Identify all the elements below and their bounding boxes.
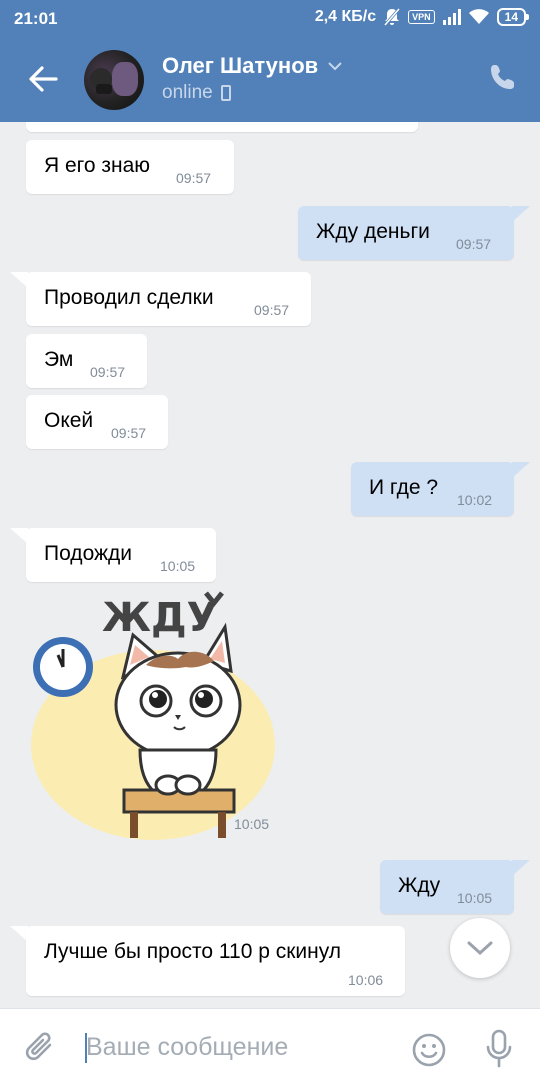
presence-label: online — [162, 82, 213, 103]
scroll-down-button[interactable] — [450, 918, 510, 978]
message-bubble[interactable]: Окей 09:57 — [26, 395, 168, 449]
chevron-down-icon — [328, 62, 342, 71]
message-text: Лучше бы просто 110 р скинул — [44, 940, 342, 963]
message-bubble[interactable]: И где ? 10:02 — [351, 462, 514, 516]
message-bubble[interactable]: Эм 09:57 — [26, 334, 147, 388]
message-composer — [0, 1008, 540, 1080]
bubble-tail — [512, 860, 530, 876]
message-time: 10:05 — [160, 558, 196, 574]
message-time: 10:06 — [348, 972, 384, 988]
message-text: Я его знаю — [44, 154, 151, 177]
message-time: 10:05 — [457, 890, 493, 906]
paperclip-icon[interactable] — [24, 1029, 58, 1065]
avatar[interactable] — [84, 50, 144, 110]
vpn-badge: VPN — [408, 10, 435, 24]
microphone-icon[interactable] — [484, 1029, 514, 1069]
message-time: 10:02 — [457, 492, 493, 508]
mute-bell-icon — [384, 8, 401, 26]
wifi-icon — [468, 9, 489, 24]
cat-sticker[interactable]: ЖДУ — [28, 585, 283, 843]
bubble-tail — [512, 206, 530, 222]
message-time: 09:57 — [254, 302, 290, 318]
chat-header: 21:01 2,4 КБ/с VPN 14 Олег Шатунов onlin… — [0, 0, 540, 122]
back-arrow-icon[interactable] — [26, 62, 60, 96]
smile-icon[interactable] — [412, 1033, 446, 1067]
phone-icon — [220, 85, 231, 101]
message-time: 10:05 — [234, 816, 270, 832]
message-bubble[interactable]: Я его знаю 09:57 — [26, 140, 234, 194]
signal-icon — [442, 9, 461, 25]
message-time: 09:57 — [90, 364, 126, 380]
status-time: 21:01 — [14, 9, 58, 28]
status-indicators: 2,4 КБ/с VPN 14 — [314, 8, 530, 26]
status-bar: 21:01 2,4 КБ/с VPN 14 — [0, 0, 540, 38]
battery-indicator: 14 — [496, 8, 530, 26]
scroll-down-icon — [467, 941, 493, 956]
message-bubble[interactable]: Проводил сделки 09:57 — [26, 272, 311, 326]
message-text: Окей — [44, 409, 94, 432]
message-bubble[interactable]: Жду деньги 09:57 — [298, 206, 514, 260]
message-time: 09:57 — [176, 170, 212, 186]
sticker-caption: ЖДУ — [102, 595, 217, 641]
message-text: Эм — [44, 348, 74, 371]
call-icon[interactable] — [488, 62, 518, 92]
message-text: Жду — [398, 874, 441, 897]
message-text: Жду деньги — [316, 220, 430, 243]
message-time: 09:57 — [456, 236, 492, 252]
contact-name: Олег Шатунов — [162, 53, 319, 78]
network-speed: 2,4 КБ/с — [314, 8, 377, 25]
message-bubble[interactable]: Подожди 10:05 — [26, 528, 216, 582]
message-input[interactable] — [86, 1029, 386, 1065]
message-text: Проводил сделки — [44, 286, 214, 309]
presence-status: online — [162, 82, 231, 104]
message-text: И где ? — [369, 476, 439, 499]
message-time: 09:57 — [111, 425, 147, 441]
message-text: Подожди — [44, 542, 133, 565]
bubble-tail — [512, 462, 530, 478]
message-bubble[interactable]: Лучше бы просто 110 р скинул 10:06 — [26, 926, 405, 996]
contact-name-row[interactable]: Олег Шатунов — [162, 53, 342, 79]
message-bubble[interactable]: Жду 10:05 — [380, 860, 514, 914]
